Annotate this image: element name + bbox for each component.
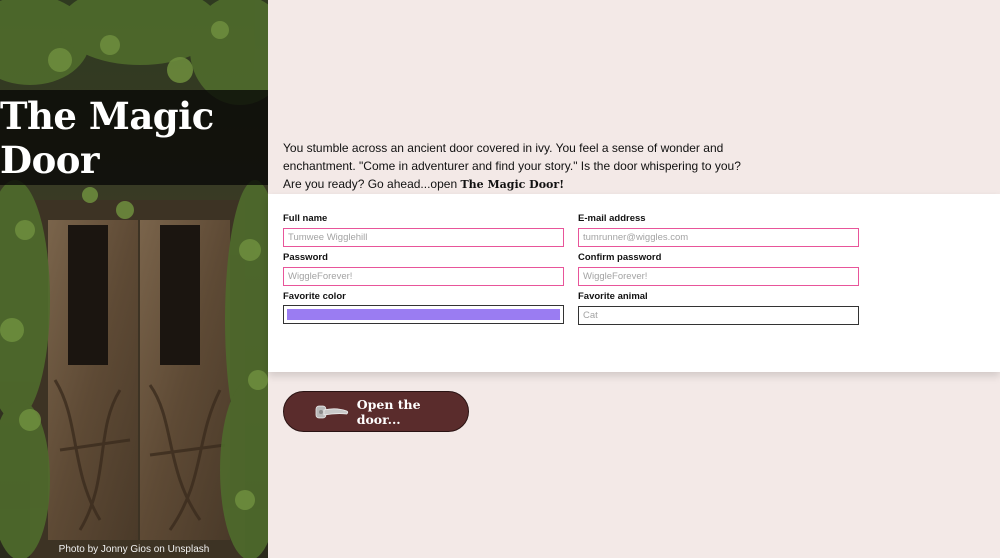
favorite-animal-field: Favorite animal	[578, 291, 859, 325]
open-door-button[interactable]: Open the door...	[283, 391, 469, 432]
favorite-animal-input[interactable]	[578, 306, 859, 325]
site-title: The Magic Door	[0, 93, 214, 182]
intro-brand: The Magic Door!	[460, 178, 565, 191]
signup-form: Full name E-mail address Password Confir…	[268, 194, 1000, 372]
favorite-color-field: Favorite color	[283, 291, 564, 324]
full-name-field: Full name	[283, 213, 564, 247]
email-label: E-mail address	[578, 213, 646, 224]
password-input[interactable]	[283, 267, 564, 286]
favorite-color-picker[interactable]	[283, 305, 564, 324]
password-field: Password	[283, 252, 564, 286]
photo-credit: Photo by Jonny Gios on Unsplash	[58, 544, 210, 555]
hero-panel: The Magic Door Photo by Jonny Gios on Un…	[0, 0, 268, 558]
color-swatch	[287, 309, 560, 320]
door-handle-icon	[315, 405, 349, 418]
confirm-password-input[interactable]	[578, 267, 859, 286]
password-label: Password	[283, 252, 328, 263]
full-name-label: Full name	[283, 213, 328, 224]
favorite-animal-label: Favorite animal	[578, 291, 648, 302]
title-banner: The Magic Door	[0, 90, 268, 185]
confirm-password-field: Confirm password	[578, 252, 859, 286]
favorite-color-label: Favorite color	[283, 291, 346, 302]
email-input[interactable]	[578, 228, 859, 247]
full-name-input[interactable]	[283, 228, 564, 247]
confirm-password-label: Confirm password	[578, 252, 662, 263]
open-door-label: Open the door...	[356, 396, 421, 427]
intro-paragraph: You stumble across an ancient door cover…	[283, 139, 748, 194]
email-field: E-mail address	[578, 213, 859, 247]
door-photo	[0, 0, 268, 558]
